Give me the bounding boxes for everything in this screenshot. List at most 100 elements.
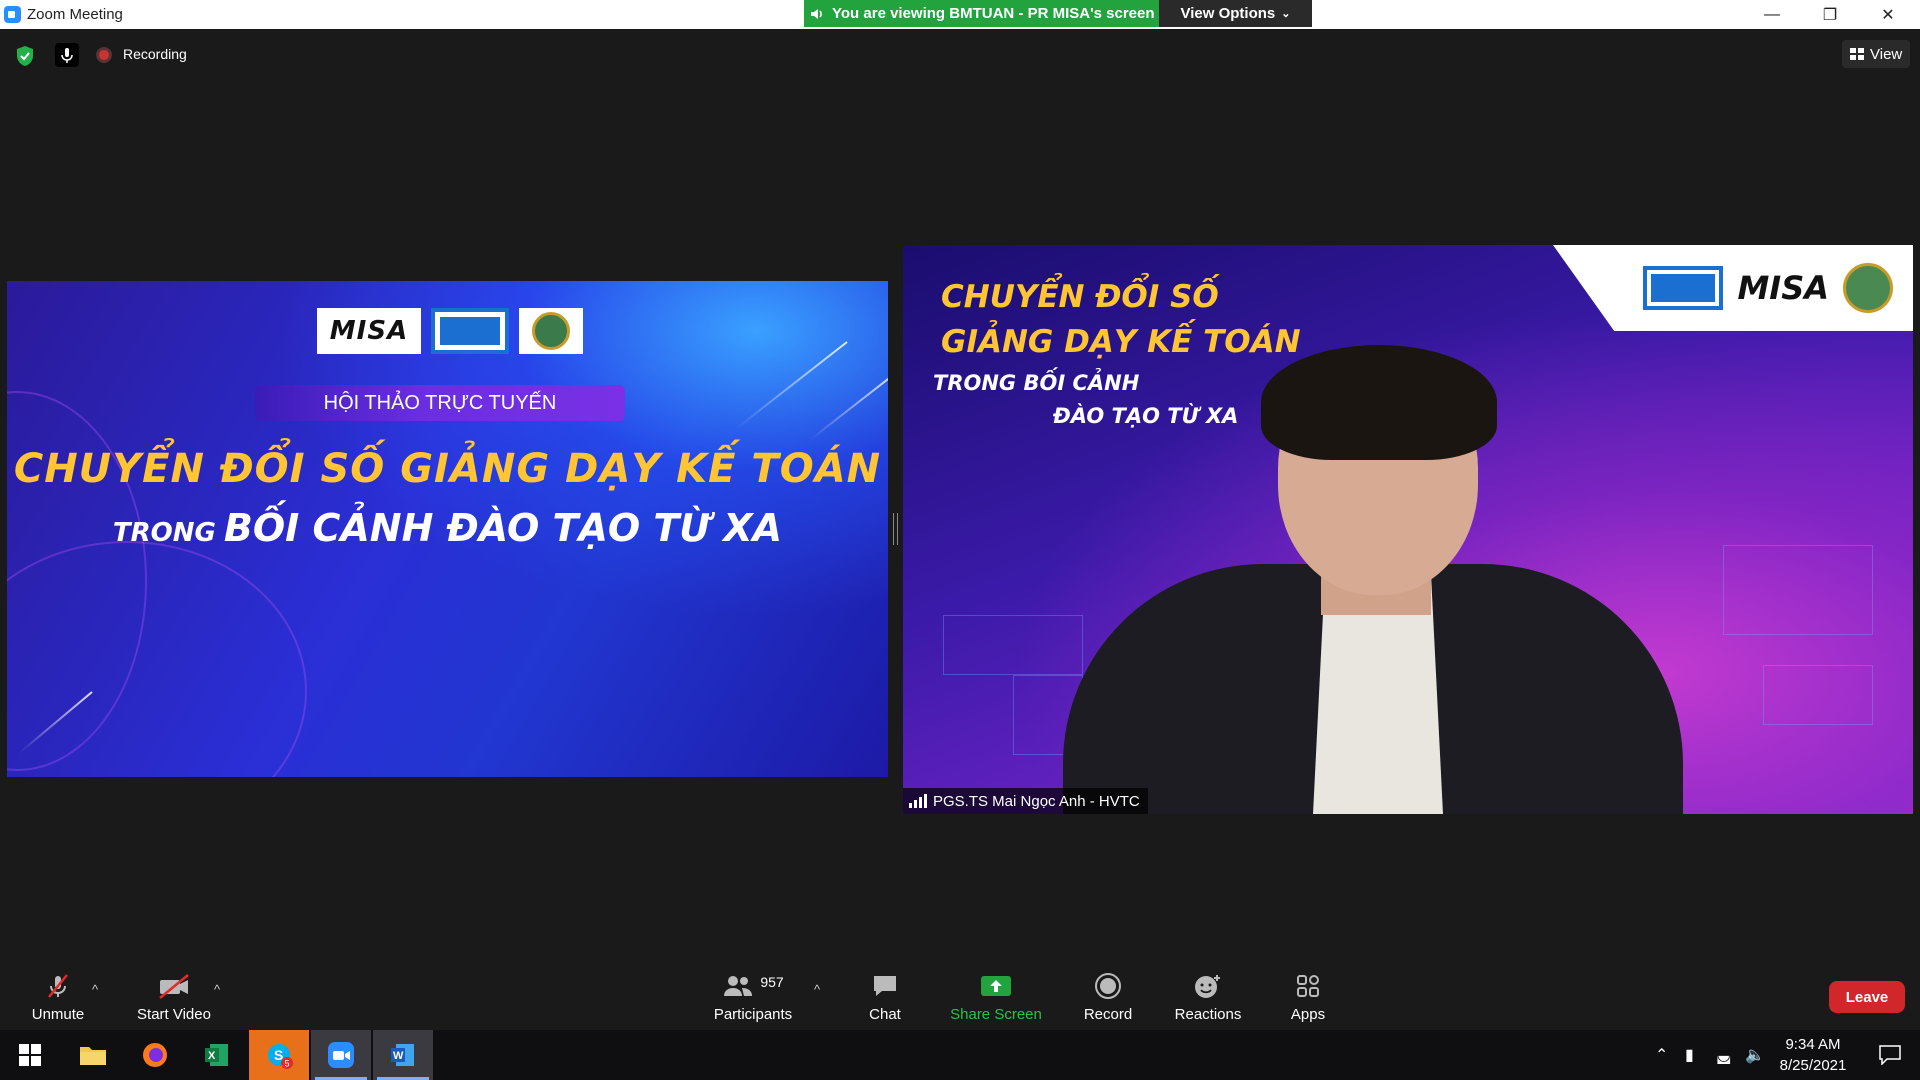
excel-icon: X [205, 1044, 228, 1066]
participant-count: 957 [760, 974, 784, 990]
academy-seal-logo [519, 308, 583, 354]
zoom-app-icon [4, 6, 21, 23]
view-layout-button[interactable]: View [1842, 40, 1910, 68]
leave-button[interactable]: Leave [1829, 981, 1905, 1013]
taskbar-excel[interactable]: X [187, 1030, 247, 1080]
taskbar-firefox[interactable] [125, 1030, 185, 1080]
subheadline-main: BỐI CẢNH ĐÀO TẠO TỪ XA [223, 506, 783, 550]
zoom-icon [328, 1042, 354, 1068]
view-options-label: View Options [1180, 5, 1276, 22]
participants-icon [724, 976, 753, 996]
wifi-icon[interactable]: ◛ [1716, 1045, 1732, 1065]
light-streak [809, 371, 888, 441]
misa-logo: MISA [317, 308, 421, 354]
record-icon [1095, 973, 1121, 999]
participants-label: Participants [713, 1006, 793, 1023]
skype-icon: S5 [268, 1044, 293, 1069]
windows-logo-icon [19, 1044, 41, 1066]
view-options-button[interactable]: View Options ⌄ [1159, 0, 1312, 27]
share-screen-label: Share Screen [950, 1006, 1042, 1023]
w-logo [431, 308, 509, 354]
tray-overflow-chevron-icon[interactable]: ⌃ [1655, 1045, 1668, 1065]
window-titlebar: Zoom Meeting You are viewing BMTUAN - PR… [0, 0, 1920, 29]
subheadline-prefix: TRONG [112, 518, 216, 548]
clock-date: 8/25/2021 [1779, 1057, 1847, 1074]
chat-label: Chat [869, 1006, 901, 1023]
speaker-person [1063, 305, 1683, 814]
word-icon: W [391, 1044, 414, 1066]
meeting-toolbar: Unmute ^ Start Video ^ 957 Participants … [0, 960, 1920, 1030]
participants-options-caret[interactable]: ^ [814, 982, 820, 997]
start-button[interactable] [0, 1030, 60, 1080]
slide-subheadline: TRONG BỐI CẢNH ĐÀO TẠO TỪ XA [7, 506, 888, 550]
w-logo [1643, 266, 1724, 310]
chevron-down-icon: ⌄ [1281, 8, 1291, 20]
record-button[interactable]: Record [1080, 960, 1136, 1023]
speaker-icon [811, 8, 822, 19]
chat-icon [874, 976, 896, 996]
sponsor-logos: MISA [317, 308, 583, 354]
reactions-icon [1195, 975, 1220, 998]
video-off-icon [159, 974, 189, 999]
notification-icon [1879, 1045, 1901, 1065]
speaker-video[interactable]: MISA CHUYỂN ĐỔI SỐ GIẢNG DẠY KẾ TOÁN TRO… [903, 245, 1913, 814]
taskbar-word[interactable]: W [373, 1030, 433, 1080]
shared-screen[interactable]: MISA HỘI THẢO TRỰC TUYẾN CHUYỂN ĐỔI SỐ G… [7, 281, 888, 777]
apps-icon [1297, 975, 1319, 997]
taskbar-zoom[interactable] [311, 1030, 371, 1080]
decorative-circuit [943, 615, 1083, 675]
recording-indicator-icon [96, 47, 112, 63]
viewing-banner-text: You are viewing BMTUAN - PR MISA's scree… [832, 5, 1155, 22]
start-video-label: Start Video [137, 1006, 211, 1023]
clock-time: 9:34 AM [1785, 1036, 1841, 1053]
action-center-button[interactable] [1860, 1030, 1920, 1080]
audio-options-caret[interactable]: ^ [92, 982, 98, 997]
participant-name-tag: PGS.TS Mai Ngọc Anh - HVTC [903, 788, 1148, 814]
view-label: View [1870, 45, 1903, 63]
decorative-wave [7, 541, 307, 777]
skype-badge: 5 [285, 1059, 290, 1069]
svg-text:W: W [393, 1050, 404, 1062]
share-screen-button[interactable]: Share Screen [948, 960, 1044, 1023]
decorative-circuit [1723, 545, 1873, 635]
misa-logo: MISA [1737, 269, 1829, 307]
restore-button[interactable]: ❐ [1801, 0, 1859, 29]
academy-seal-logo [1843, 263, 1893, 313]
event-type-banner: HỘI THẢO TRỰC TUYẾN [255, 385, 625, 421]
security-shield-icon[interactable] [15, 45, 35, 67]
close-button[interactable]: ✕ [1859, 0, 1917, 29]
windows-taskbar: X S5 W ⌃ ▮ ◛ 🔈 9:34 AM 8/25/2021 [0, 1030, 1920, 1080]
chat-button[interactable]: Chat [860, 960, 910, 1023]
taskbar-skype[interactable]: S5 [249, 1030, 309, 1080]
minimize-button[interactable]: — [1743, 0, 1801, 29]
share-screen-icon [981, 976, 1011, 996]
apps-button[interactable]: Apps [1282, 960, 1334, 1023]
participants-button[interactable]: 957 Participants [708, 960, 798, 1023]
record-label: Record [1083, 1006, 1133, 1023]
grid-icon [1850, 48, 1864, 60]
window-title: Zoom Meeting [27, 6, 123, 23]
viewing-screen-banner: You are viewing BMTUAN - PR MISA's scree… [804, 0, 1159, 27]
volume-icon[interactable]: 🔈 [1745, 1045, 1765, 1065]
folder-icon [80, 1047, 106, 1065]
decorative-circuit [1763, 665, 1873, 725]
mic-status-icon[interactable] [55, 43, 79, 67]
light-streak [736, 341, 848, 429]
meeting-topbar: Recording View [0, 29, 1920, 79]
panel-splitter-handle[interactable] [893, 513, 898, 545]
start-video-button[interactable]: Start Video [133, 960, 215, 1023]
participant-name: PGS.TS Mai Ngọc Anh - HVTC [933, 792, 1140, 810]
reactions-button[interactable]: Reactions [1170, 960, 1246, 1023]
taskbar-file-explorer[interactable] [63, 1030, 123, 1080]
firefox-icon [143, 1043, 167, 1067]
video-options-caret[interactable]: ^ [214, 982, 220, 997]
apps-label: Apps [1290, 1006, 1326, 1023]
unmute-button[interactable]: Unmute [22, 960, 94, 1023]
recording-label: Recording [123, 46, 187, 62]
svg-text:X: X [208, 1050, 216, 1062]
battery-icon[interactable]: ▮ [1685, 1045, 1694, 1065]
signal-strength-icon [909, 794, 927, 808]
reactions-label: Reactions [1174, 1006, 1242, 1023]
mic-muted-icon [48, 974, 68, 998]
system-clock[interactable]: 9:34 AM 8/25/2021 [1770, 1034, 1856, 1076]
